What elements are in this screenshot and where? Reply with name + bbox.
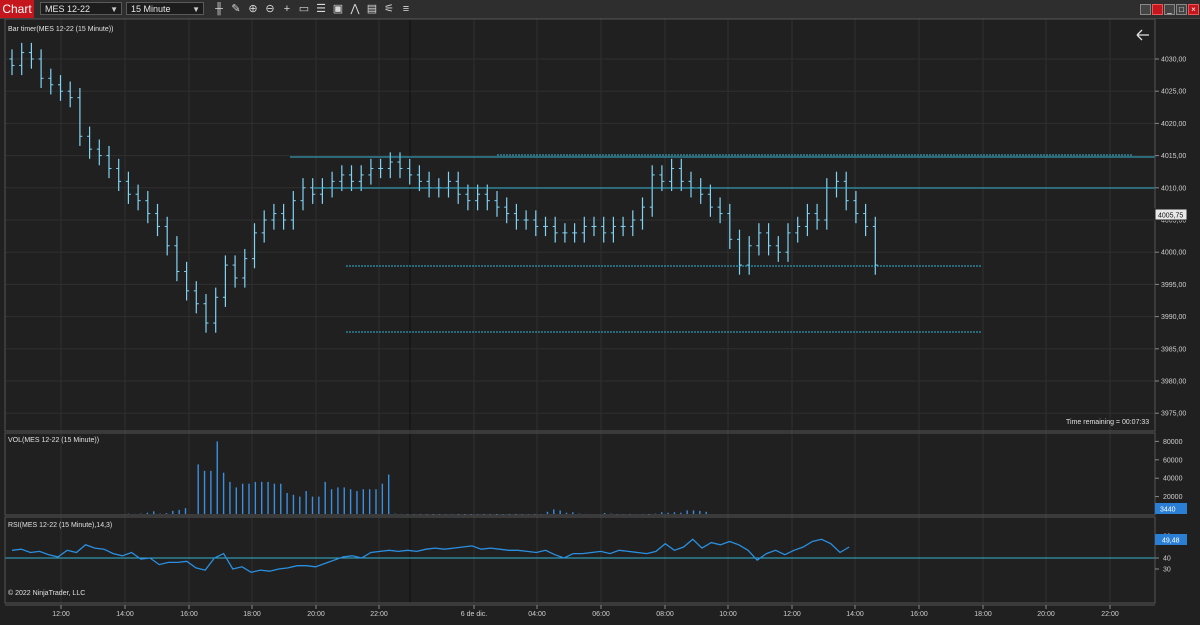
price-panel-title: Bar timer(MES 12-22 (15 Minute)) bbox=[8, 26, 113, 33]
time-tick-label: 10:00 bbox=[719, 611, 737, 618]
maximize-icon[interactable]: □ bbox=[1176, 4, 1187, 15]
link-icon[interactable] bbox=[1152, 4, 1163, 15]
list-icon[interactable]: ≡ bbox=[399, 2, 413, 16]
copyright: © 2022 NinjaTrader, LLC bbox=[8, 589, 85, 597]
current-price-label: 4005,75 bbox=[1158, 213, 1183, 220]
drawing-tools-icon[interactable]: ⚟ bbox=[382, 2, 396, 16]
time-tick-label: 6 de dic. bbox=[461, 611, 488, 618]
data-box-icon[interactable]: ▭ bbox=[297, 2, 311, 16]
volume-tick-label: 20000 bbox=[1163, 494, 1183, 501]
time-tick-label: 22:00 bbox=[1101, 611, 1119, 618]
interval-value: 15 Minute bbox=[131, 4, 171, 14]
time-tick-label: 20:00 bbox=[1037, 611, 1055, 618]
bar-timer-text: Time remaining = 00:07:33 bbox=[1066, 419, 1149, 426]
close-icon[interactable]: × bbox=[1188, 4, 1199, 15]
chart-toolbar: Chart MES 12-22 ▼ 15 Minute ▼ ╫ ✎ ⊕ ⊖ + … bbox=[0, 0, 1200, 19]
time-tick-label: 22:00 bbox=[370, 611, 388, 618]
zoom-in-icon[interactable]: ⊕ bbox=[246, 2, 260, 16]
time-tick-label: 08:00 bbox=[656, 611, 674, 618]
time-tick-label: 04:00 bbox=[528, 611, 546, 618]
price-tick-label: 3995,00 bbox=[1161, 282, 1186, 289]
zoom-out-icon[interactable]: ⊖ bbox=[263, 2, 277, 16]
volume-bars bbox=[121, 441, 707, 515]
indicators-icon[interactable]: ⋀ bbox=[348, 2, 362, 16]
chevron-down-icon: ▼ bbox=[110, 5, 118, 14]
bar-type-icon[interactable]: ╫ bbox=[212, 2, 226, 16]
price-tick-label: 4015,00 bbox=[1161, 153, 1186, 160]
time-tick-label: 14:00 bbox=[116, 611, 134, 618]
time-tick-label: 18:00 bbox=[974, 611, 992, 618]
price-tick-label: 3990,00 bbox=[1161, 314, 1186, 321]
time-tick-label: 12:00 bbox=[52, 611, 70, 618]
price-tick-label: 3975,00 bbox=[1161, 411, 1186, 418]
time-tick-label: 12:00 bbox=[783, 611, 801, 618]
chevron-down-icon: ▼ bbox=[192, 5, 200, 14]
interval-selector[interactable]: 15 Minute ▼ bbox=[126, 2, 204, 15]
minimize-icon[interactable]: _ bbox=[1164, 4, 1175, 15]
time-tick-label: 20:00 bbox=[307, 611, 325, 618]
time-tick-label: 16:00 bbox=[180, 611, 198, 618]
time-tick-label: 18:00 bbox=[243, 611, 261, 618]
restore-icon[interactable] bbox=[1140, 4, 1151, 15]
rsi-current-marker: 49,48 bbox=[1155, 534, 1187, 545]
volume-current-label: 3440 bbox=[1160, 507, 1176, 514]
price-tick-label: 4000,00 bbox=[1161, 250, 1186, 257]
volume-current-marker: 3440 bbox=[1155, 503, 1187, 514]
instrument-selector[interactable]: MES 12-22 ▼ bbox=[40, 2, 122, 15]
rsi-current-label: 49,48 bbox=[1162, 538, 1180, 545]
volume-panel-title: VOL(MES 12-22 (15 Minute)) bbox=[8, 437, 99, 444]
rsi-path bbox=[11, 538, 850, 573]
instrument-value: MES 12-22 bbox=[45, 4, 91, 14]
templates-icon[interactable]: ▤ bbox=[365, 2, 379, 16]
strategies-icon[interactable]: ▣ bbox=[331, 2, 345, 16]
crosshair-icon[interactable]: + bbox=[280, 2, 294, 16]
time-tick-label: 14:00 bbox=[846, 611, 864, 618]
volume-tick-label: 80000 bbox=[1163, 439, 1183, 446]
time-tick-label: 16:00 bbox=[910, 611, 928, 618]
volume-tick-label: 60000 bbox=[1163, 457, 1183, 464]
current-price-marker: 4005,75 bbox=[1154, 208, 1188, 221]
axes: 4030,00 4025,00 4020,00 4015,00 4010,00 4005,… bbox=[4, 19, 1186, 618]
price-tick-label: 4030,00 bbox=[1161, 57, 1186, 64]
pencil-icon[interactable]: ✎ bbox=[229, 2, 243, 16]
volume-tick-label: 40000 bbox=[1163, 476, 1183, 483]
rsi-tick-label: 30 bbox=[1163, 567, 1171, 574]
properties-icon[interactable]: ☰ bbox=[314, 2, 328, 16]
time-tick-label: 06:00 bbox=[592, 611, 610, 618]
chart-tab[interactable]: Chart bbox=[0, 0, 34, 18]
back-arrow-icon[interactable] bbox=[1136, 29, 1149, 41]
price-tick-label: 4010,00 bbox=[1161, 185, 1186, 192]
rsi-tick-label: 40 bbox=[1163, 556, 1171, 563]
price-tick-label: 3985,00 bbox=[1161, 346, 1186, 353]
price-tick-label: 4020,00 bbox=[1161, 121, 1186, 128]
chart-area[interactable]: 4030,00 4025,00 4020,00 4015,00 4010,00 4005,… bbox=[0, 19, 1200, 625]
price-tick-label: 3980,00 bbox=[1161, 379, 1186, 386]
price-tick-label: 4025,00 bbox=[1161, 89, 1186, 96]
rsi-panel-title: RSI(MES 12-22 (15 Minute),14,3) bbox=[8, 522, 112, 529]
